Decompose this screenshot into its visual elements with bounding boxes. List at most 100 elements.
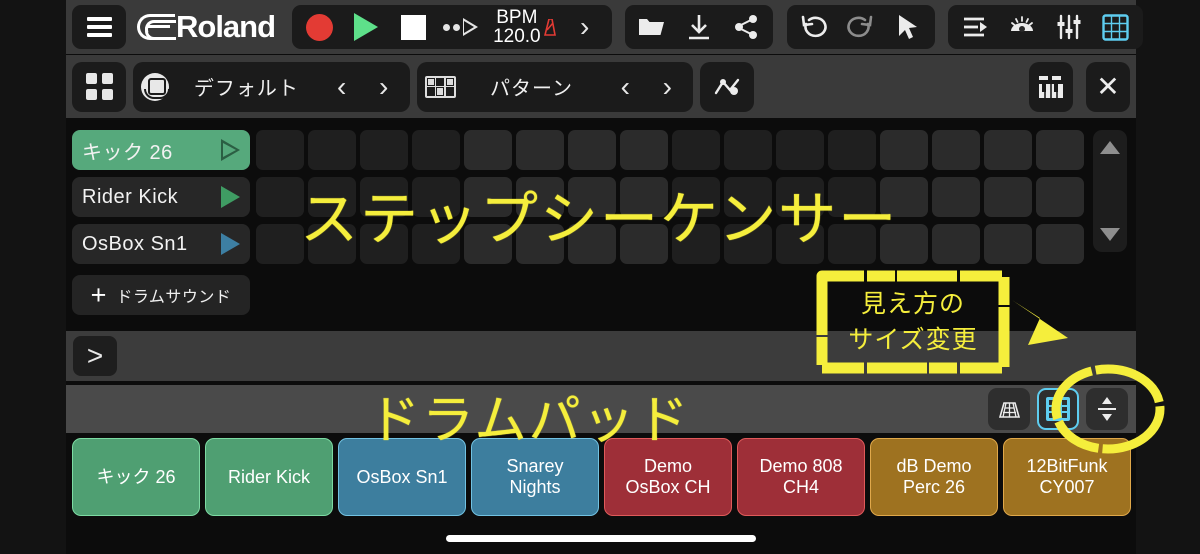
step-cell[interactable] [828,130,876,170]
add-drum-sound-button[interactable]: + ドラムサウンド [72,275,250,315]
redo-button[interactable] [839,5,883,49]
drum-pad[interactable]: Rider Kick [205,438,333,516]
step-cell[interactable] [308,224,356,264]
stop-button[interactable] [391,5,435,49]
step-cell[interactable] [412,130,460,170]
resize-view-button[interactable] [1086,388,1128,430]
drum-pad[interactable]: Demo 808 CH4 [737,438,865,516]
track-button-2[interactable]: Rider Kick [72,177,250,217]
step-cell[interactable] [880,130,928,170]
step-cell[interactable] [360,224,408,264]
track-button-3[interactable]: OsBox Sn1 [72,224,250,264]
step-cell[interactable] [724,177,772,217]
step-cell[interactable] [984,224,1032,264]
visibility-button[interactable] [1000,5,1044,49]
drum-pad[interactable]: Demo OsBox CH [604,438,732,516]
scroll-up-icon[interactable] [1100,141,1120,154]
step-cell[interactable] [776,177,824,217]
drum-pad[interactable]: dB Demo Perc 26 [870,438,998,516]
step-cell[interactable] [464,177,512,217]
track-preview-icon[interactable] [221,186,240,208]
step-cell[interactable] [568,177,616,217]
apps-grid-icon [85,73,113,100]
list-button[interactable] [953,5,997,49]
drum-pad[interactable]: キック 26 [72,438,200,516]
drum-pad[interactable]: OsBox Sn1 [338,438,466,516]
step-cell[interactable] [776,130,824,170]
automation-button[interactable] [705,62,749,112]
save-button[interactable] [677,5,721,49]
step-cell[interactable] [672,177,720,217]
step-cell[interactable] [308,130,356,170]
step-cell[interactable] [828,224,876,264]
kit-selector[interactable]: デフォルト ‹ › [133,61,410,112]
play-button[interactable] [344,5,388,49]
track-preview-icon[interactable] [221,139,240,161]
step-cell[interactable] [464,224,512,264]
step-cell[interactable] [724,224,772,264]
step-cell[interactable] [256,130,304,170]
grid-view-button[interactable] [1094,5,1138,49]
step-cell[interactable] [1036,177,1084,217]
step-cell[interactable] [828,177,876,217]
step-cell[interactable] [776,224,824,264]
apps-button[interactable] [77,62,121,112]
step-cell[interactable] [620,130,668,170]
step-cell[interactable] [412,224,460,264]
select-button[interactable] [886,5,930,49]
step-cell[interactable] [932,130,980,170]
step-cell[interactable] [620,224,668,264]
close-button[interactable]: ✕ [1086,61,1131,112]
keyboard-button[interactable] [1029,61,1074,112]
kit-next-button[interactable]: › [366,62,402,112]
step-cell[interactable] [880,224,928,264]
share-button[interactable] [724,5,768,49]
undo-button[interactable] [792,5,836,49]
pattern-selector[interactable]: パターン ‹ › [416,61,694,112]
step-cell[interactable] [516,130,564,170]
mixer-button[interactable] [1047,5,1091,49]
step-cell[interactable] [568,130,616,170]
step-cell[interactable] [256,177,304,217]
grid-view-button[interactable] [1037,388,1079,430]
track-button-1[interactable]: キック 26 [72,130,250,170]
step-cell[interactable] [932,224,980,264]
step-cell[interactable] [932,177,980,217]
sequencer-scrollbar[interactable] [1093,130,1127,252]
menu-button[interactable] [77,5,121,49]
record-button[interactable] [297,5,341,49]
bpm-control[interactable]: BPM 120.0 [485,7,560,46]
kit-prev-button[interactable]: ‹ [324,62,360,112]
step-cell[interactable] [516,177,564,217]
step-cell[interactable] [672,224,720,264]
pattern-next-button[interactable]: › [649,62,685,112]
perspective-view-button[interactable] [988,388,1030,430]
pattern-prev-button[interactable]: ‹ [607,62,643,112]
step-cell[interactable] [360,130,408,170]
step-play-button[interactable] [438,5,482,49]
drum-pad[interactable]: 12BitFunk CY007 [1003,438,1131,516]
step-cell[interactable] [984,130,1032,170]
step-cell[interactable] [464,130,512,170]
step-cell[interactable] [516,224,564,264]
step-cell[interactable] [620,177,668,217]
step-cell[interactable] [1036,224,1084,264]
step-cell[interactable] [308,177,356,217]
share-icon [734,15,757,39]
expand-panel-button[interactable]: > [73,336,117,376]
open-button[interactable] [630,5,674,49]
drum-pad[interactable]: Snarey Nights [471,438,599,516]
step-cell[interactable] [256,224,304,264]
step-cell[interactable] [412,177,460,217]
track-preview-icon[interactable] [221,233,240,255]
step-cell[interactable] [360,177,408,217]
step-cell[interactable] [568,224,616,264]
eye-icon [1010,16,1033,32]
step-cell[interactable] [672,130,720,170]
step-cell[interactable] [984,177,1032,217]
step-cell[interactable] [880,177,928,217]
step-cell[interactable] [724,130,772,170]
step-cell[interactable] [1036,130,1084,170]
scroll-down-icon[interactable] [1100,228,1120,241]
transport-expand-button[interactable]: › [563,5,607,49]
